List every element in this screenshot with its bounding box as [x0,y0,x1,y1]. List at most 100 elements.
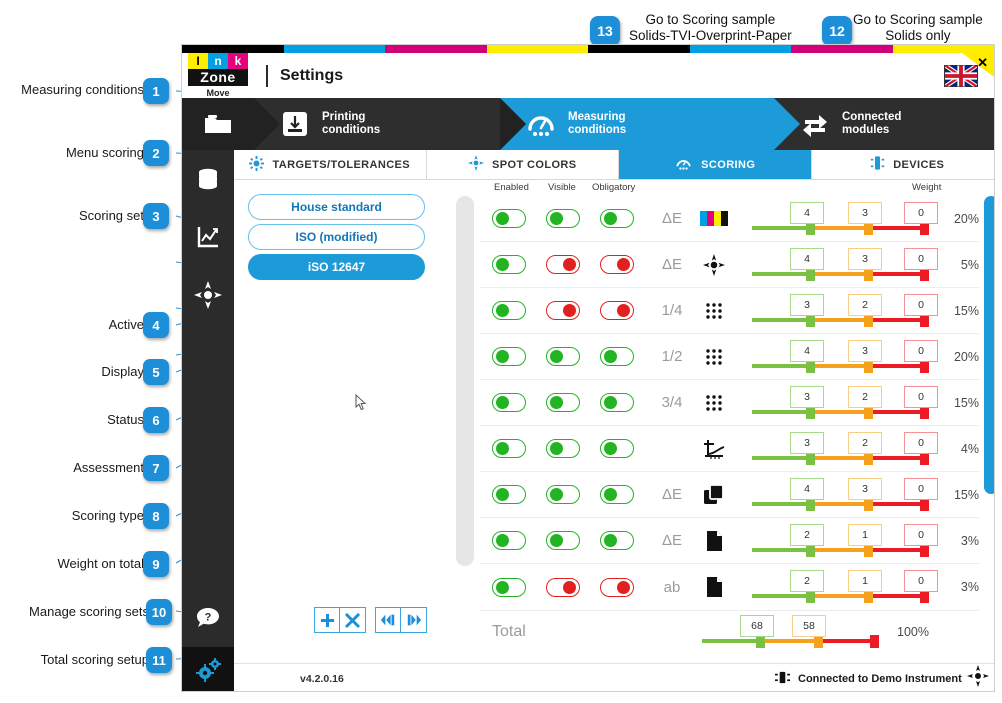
table-row[interactable]: 3 2 0 4% [480,426,979,472]
toggle-obligatory[interactable] [600,209,634,228]
left-scrollbar[interactable] [450,180,480,663]
nav-item-measuring-conditions[interactable]: Measuring conditions [500,98,800,150]
toggle-visible[interactable] [546,347,580,366]
table-row[interactable]: 1/4 3 2 0 15% [480,288,979,334]
toggle-enabled[interactable] [492,347,526,366]
threshold-slider[interactable]: 4 3 0 [752,475,938,515]
threshold-red[interactable]: 0 [904,570,938,592]
threshold-red[interactable]: 0 [904,201,938,224]
table-row[interactable]: ΔE [480,242,979,288]
toggle-enabled[interactable] [492,577,526,597]
toggle-obligatory[interactable] [600,347,634,366]
threshold-orange[interactable]: 3 [848,247,882,270]
threshold-red[interactable]: 0 [904,247,938,270]
target-icon[interactable] [967,665,989,691]
toggle-visible[interactable] [546,485,580,504]
threshold-green[interactable]: 3 [790,293,824,316]
threshold-red[interactable]: 0 [904,293,938,316]
toggle-obligatory[interactable] [600,577,634,597]
toggle-enabled[interactable] [492,209,526,228]
add-scoring-set-button[interactable] [314,607,340,633]
threshold-red[interactable]: 0 [904,523,938,546]
toggle-obligatory[interactable] [600,485,634,504]
toggle-visible[interactable] [546,301,580,320]
threshold-red[interactable]: 0 [904,477,938,500]
toggle-visible[interactable] [546,255,580,274]
threshold-green[interactable]: 3 [790,385,824,408]
toggle-enabled[interactable] [492,255,526,274]
threshold-slider[interactable]: 3 2 0 [752,383,938,423]
scoring-set-house-standard[interactable]: House standard [248,194,425,220]
threshold-green[interactable]: 3 [790,431,824,454]
toggle-visible[interactable] [546,439,580,458]
threshold-green[interactable]: 4 [790,477,824,500]
threshold-red[interactable]: 0 [904,431,938,454]
close-icon[interactable]: ✕ [977,55,988,71]
rail-item-help[interactable]: ? [182,589,234,647]
threshold-slider[interactable]: 3 2 0 [752,291,938,331]
scoring-set-iso-modified[interactable]: ISO (modified) [248,224,425,250]
threshold-slider[interactable]: 2 1 0 [752,567,938,607]
delete-scoring-set-button[interactable] [340,607,366,633]
toggle-visible[interactable] [546,393,580,412]
threshold-slider[interactable]: 4 3 0 [752,337,938,377]
threshold-red[interactable]: 0 [904,339,938,362]
threshold-orange[interactable]: 3 [848,339,882,362]
tab-devices[interactable]: DEVICES [811,150,994,179]
total-threshold-slider[interactable]: 68 58 [702,612,879,652]
threshold-orange[interactable]: 1 [848,570,882,592]
toggle-enabled[interactable] [492,439,526,458]
nav-folder-button[interactable] [182,98,254,150]
scoring-set-iso-12647[interactable]: iSO 12647 [248,254,425,280]
rail-item-target[interactable] [182,266,234,324]
toggle-visible[interactable] [546,577,580,597]
nav-item-connected-modules[interactable]: Connected modules [774,98,994,150]
threshold-slider[interactable]: 2 1 0 [752,521,938,561]
toggle-obligatory[interactable] [600,439,634,458]
toggle-enabled[interactable] [492,485,526,504]
rail-item-database[interactable] [182,150,234,208]
threshold-red[interactable]: 0 [904,385,938,408]
table-row[interactable]: ΔE [480,196,979,242]
nav-item-printing-conditions[interactable]: Printing conditions [254,98,526,150]
table-row[interactable]: ΔE [480,518,979,564]
rail-item-chart[interactable] [182,208,234,266]
total-threshold-orange[interactable]: 58 [792,614,826,637]
export-scoring-set-button[interactable] [401,607,427,633]
tab-targets-tolerances[interactable]: TARGETS/TOLERANCES [234,150,427,179]
toggle-obligatory[interactable] [600,393,634,412]
threshold-green[interactable]: 4 [790,339,824,362]
toggle-enabled[interactable] [492,301,526,320]
right-scrollbar-thumb[interactable] [984,196,994,494]
threshold-orange[interactable]: 1 [848,523,882,546]
threshold-orange[interactable]: 2 [848,385,882,408]
toggle-enabled[interactable] [492,393,526,412]
threshold-green[interactable]: 4 [790,247,824,270]
right-scrollbar[interactable] [979,180,994,663]
threshold-slider[interactable]: 3 2 0 [752,429,938,469]
threshold-slider[interactable]: 4 3 0 [752,245,938,285]
table-row[interactable]: ab 2 1 0 3% [480,564,979,610]
tab-scoring[interactable]: SCORING [619,150,812,179]
rail-item-settings[interactable] [182,647,234,691]
toggle-obligatory[interactable] [600,255,634,274]
threshold-orange[interactable]: 3 [848,477,882,500]
toggle-obligatory[interactable] [600,531,634,550]
table-row[interactable]: 1/2 4 3 0 20% [480,334,979,380]
threshold-green[interactable]: 4 [790,201,824,224]
threshold-green[interactable]: 2 [790,570,824,592]
threshold-orange[interactable]: 2 [848,431,882,454]
threshold-orange[interactable]: 3 [848,201,882,224]
toggle-visible[interactable] [546,209,580,228]
table-row[interactable]: ΔE [480,472,979,518]
threshold-slider[interactable]: 4 3 0 [752,199,938,239]
total-threshold-green[interactable]: 68 [740,614,774,637]
tab-spot-colors[interactable]: SPOT COLORS [426,150,619,179]
threshold-green[interactable]: 2 [790,523,824,546]
toggle-enabled[interactable] [492,531,526,550]
uk-flag-icon[interactable] [943,63,979,89]
toggle-obligatory[interactable] [600,301,634,320]
left-scrollbar-track[interactable] [456,196,474,566]
table-row[interactable]: 3/4 3 2 0 15% [480,380,979,426]
toggle-visible[interactable] [546,531,580,550]
